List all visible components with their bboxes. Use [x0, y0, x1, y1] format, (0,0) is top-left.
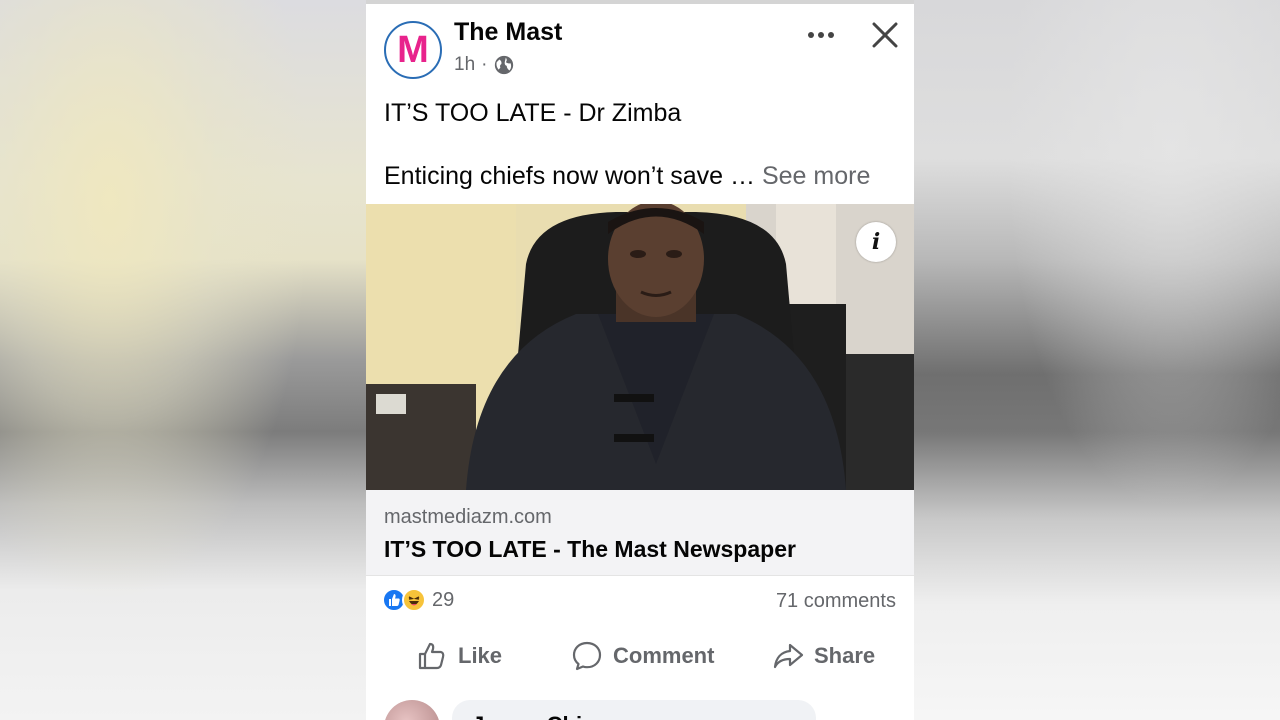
close-icon[interactable]	[870, 20, 900, 50]
see-more-link[interactable]: See more	[762, 162, 870, 190]
comment-bubble[interactable]: James Chipupe	[452, 700, 816, 720]
close-x-icon	[872, 22, 898, 48]
post-image[interactable]: i	[366, 204, 914, 490]
page-avatar[interactable]: M	[384, 21, 442, 79]
post-actions: Like Comment Share	[366, 626, 914, 688]
comment-count[interactable]: 71 comments	[776, 590, 896, 613]
comment-label: Comment	[613, 643, 715, 668]
post-meta: 1h ·	[454, 54, 515, 76]
thumbs-up-icon	[389, 594, 400, 606]
post-stats: 29 71 comments	[366, 576, 914, 626]
commenter-avatar[interactable]	[384, 700, 440, 720]
like-label: Like	[458, 643, 503, 668]
share-icon	[773, 643, 804, 669]
photo-illustration	[366, 204, 914, 490]
meta-separator: ·	[481, 54, 488, 75]
post-header: M The Mast 1h ·	[366, 4, 914, 94]
share-label: Share	[814, 643, 876, 668]
more-options-icon[interactable]	[806, 22, 836, 48]
comment-icon	[572, 641, 602, 671]
like-button[interactable]: Like	[416, 640, 502, 672]
laughing-face-icon	[408, 596, 420, 606]
link-domain: mastmediazm.com	[384, 506, 552, 528]
haha-reaction-icon	[402, 588, 426, 612]
post-body-preview: Enticing chiefs now won’t save …	[384, 162, 756, 190]
commenter-name[interactable]: James Chipupe	[472, 712, 635, 720]
post-headline: IT’S TOO LATE - Dr Zimba	[384, 99, 682, 127]
share-button[interactable]: Share	[772, 640, 875, 672]
comment-preview: James Chipupe	[366, 694, 914, 720]
background-right	[914, 0, 1280, 720]
globe-icon	[495, 55, 514, 75]
background-left	[0, 0, 366, 720]
post-time[interactable]: 1h	[454, 54, 475, 76]
reaction-count: 29	[432, 588, 455, 611]
comment-button[interactable]: Comment	[571, 640, 714, 672]
page-name[interactable]: The Mast	[454, 18, 562, 47]
like-icon	[418, 642, 445, 670]
link-preview[interactable]: mastmediazm.com IT’S TOO LATE - The Mast…	[366, 490, 914, 576]
post-card: M The Mast 1h · IT’S TOO LATE - Dr Zimba…	[366, 0, 914, 720]
page-logo: M	[397, 28, 429, 71]
more-dots-icon	[808, 32, 834, 38]
info-icon[interactable]: i	[856, 222, 896, 262]
link-title: IT’S TOO LATE - The Mast Newspaper	[384, 536, 796, 562]
post-body: Enticing chiefs now won’t save … See mor…	[384, 162, 870, 191]
reactions-summary[interactable]: 29	[382, 588, 454, 612]
